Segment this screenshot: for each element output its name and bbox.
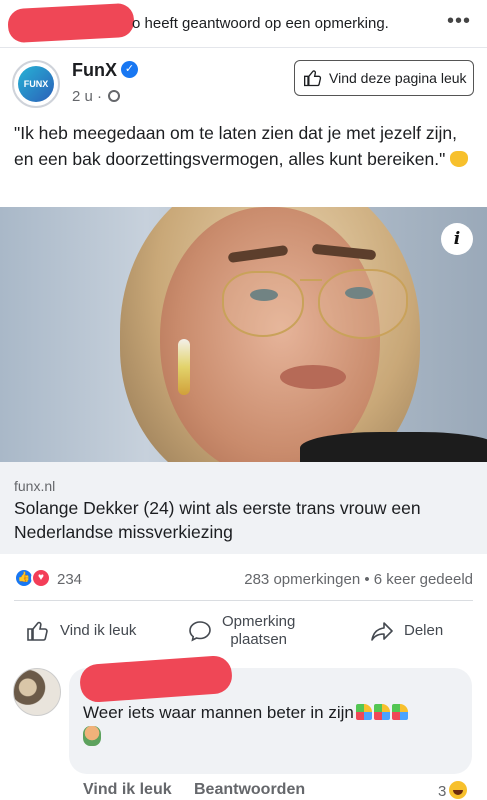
raising-hands-icon <box>450 151 469 167</box>
notification-bar[interactable]: o heeft geantwoord op een opmerking. ••• <box>0 0 487 48</box>
image-lips <box>280 365 346 389</box>
like-button[interactable]: Vind ik leuk <box>26 604 136 658</box>
link-preview[interactable]: funx.nl Solange Dekker (24) wint als eer… <box>0 462 487 554</box>
thumbs-up-icon <box>304 70 322 87</box>
globe-icon <box>108 90 121 102</box>
reactions-summary: 👍 ♥ 234 283 opmerkingen • 6 keer gedeeld <box>0 566 487 594</box>
divider <box>14 600 473 601</box>
share-arrow-icon <box>371 622 393 641</box>
comment-reply-button[interactable]: Beantwoorden <box>194 781 305 799</box>
verified-check-icon: ✓ <box>121 61 138 78</box>
image-glasses-bridge <box>300 279 322 281</box>
comment-icon <box>189 621 211 642</box>
notification-text: o heeft geantwoord op een opmerking. <box>132 15 389 32</box>
redacted-name <box>7 2 135 44</box>
comment-reaction-count: 3 <box>438 783 447 800</box>
party-popper-icon <box>373 704 390 720</box>
post-time[interactable]: 2 u · <box>72 88 102 105</box>
comment-actions: Vind ik leuk Beantwoorden <box>83 781 483 800</box>
more-dots-icon[interactable]: ••• <box>447 10 471 33</box>
comment-label-line2: plaatsen <box>230 631 288 648</box>
comment-text: Weer iets waar mannen beter in zijn <box>83 701 463 749</box>
laugh-reaction-icon <box>449 781 468 799</box>
page-name[interactable]: FunX <box>72 60 117 81</box>
post-meta: 2 u · <box>72 88 121 105</box>
thumbs-up-icon <box>27 621 48 641</box>
like-page-button[interactable]: Vind deze pagina leuk <box>294 60 474 96</box>
share-label: Delen <box>404 622 444 639</box>
post-text-body: "Ik heb meegedaan om te laten zien dat j… <box>14 123 457 169</box>
link-image[interactable]: i <box>0 207 487 462</box>
action-bar: Vind ik leuk Opmerking plaatsen Delen <box>0 604 487 658</box>
facepalm-icon <box>83 726 101 746</box>
party-popper-icon <box>355 704 372 720</box>
comment-reactions[interactable]: 3 <box>438 781 468 800</box>
comment-like-button[interactable]: Vind ik leuk <box>83 781 172 799</box>
commenter-avatar[interactable] <box>13 668 61 716</box>
link-headline: Solange Dekker (24) wint als eerste tran… <box>14 498 421 542</box>
info-icon[interactable]: i <box>441 223 473 255</box>
like-page-label: Vind deze pagina leuk <box>329 70 467 86</box>
comment-button[interactable]: Opmerking plaatsen <box>188 604 295 658</box>
post-text: "Ik heb meegedaan om te laten zien dat j… <box>14 120 474 172</box>
image-glasses-right <box>318 269 408 339</box>
link-domain: funx.nl <box>14 478 56 494</box>
page-avatar-logo: FUNX <box>18 66 54 102</box>
comment-label-line1: Opmerking <box>222 613 296 630</box>
page-avatar[interactable]: FUNX <box>12 60 60 108</box>
comment-body: Weer iets waar mannen beter in zijn <box>83 703 354 722</box>
image-shirt <box>300 432 487 462</box>
party-popper-icon <box>391 704 408 720</box>
image-glasses-left <box>222 271 304 337</box>
like-label: Vind ik leuk <box>60 622 137 639</box>
share-button[interactable]: Delen <box>370 604 443 658</box>
reaction-count[interactable]: 234 <box>57 571 82 588</box>
comments-shares-count[interactable]: 283 opmerkingen • 6 keer gedeeld <box>244 571 473 588</box>
image-earring <box>178 339 190 395</box>
comment-label: Opmerking plaatsen <box>222 613 295 649</box>
love-reaction-icon[interactable]: ♥ <box>31 568 51 588</box>
